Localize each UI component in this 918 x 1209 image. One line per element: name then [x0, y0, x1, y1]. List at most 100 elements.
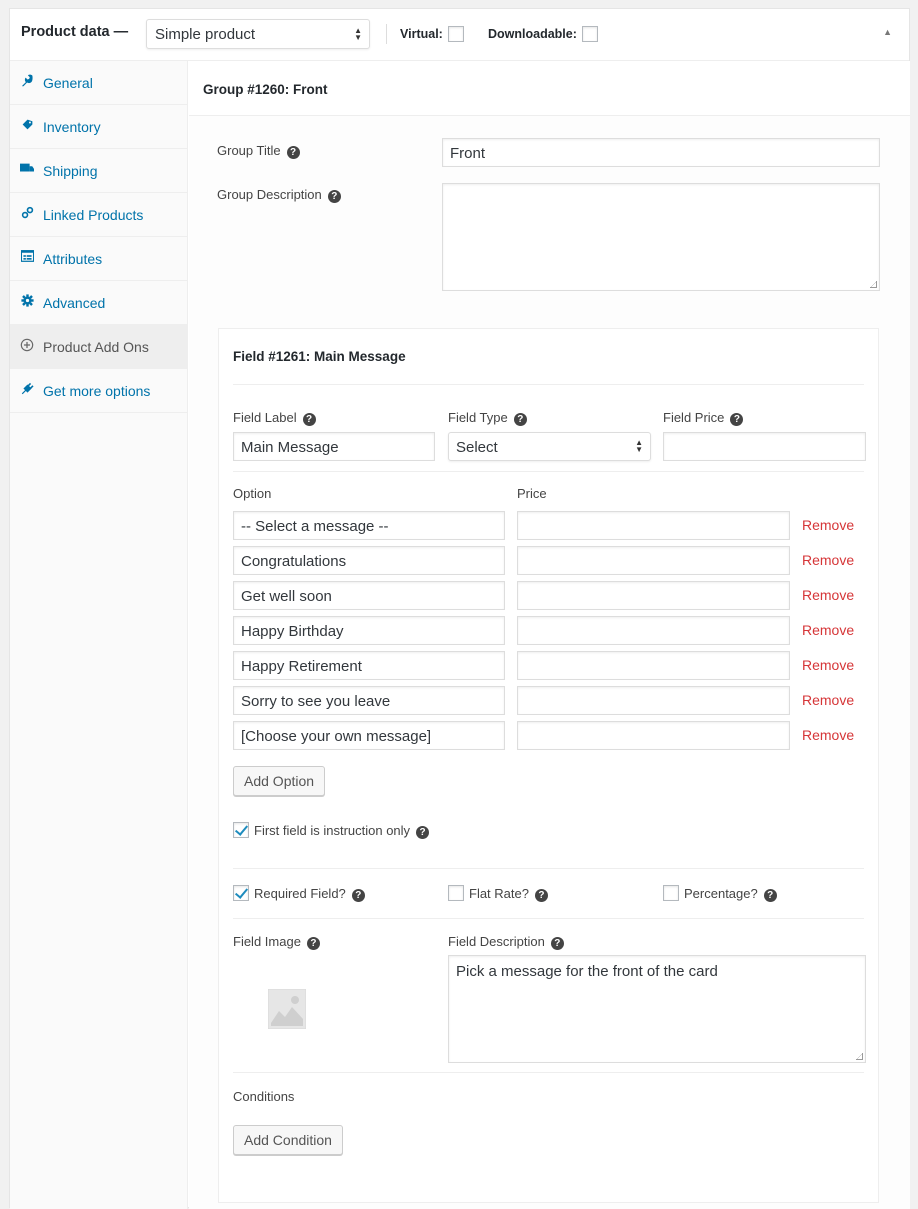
help-icon[interactable]: ?	[730, 413, 744, 426]
option-price-input[interactable]	[517, 651, 790, 680]
help-icon[interactable]: ?	[327, 190, 341, 203]
field-heading[interactable]: Field #1261: Main Message	[233, 349, 406, 364]
option-column-header: Option	[233, 486, 272, 501]
group-title-input[interactable]: Front	[442, 138, 880, 167]
first-field-instruction-checkbox[interactable]	[233, 822, 249, 838]
option-text-input[interactable]: Happy Birthday	[233, 616, 505, 645]
help-icon[interactable]: ?	[416, 826, 430, 839]
field-card: Field #1261: Main Message Field Label? M…	[218, 328, 879, 1203]
select-arrows-icon: ▲ ▼	[635, 438, 643, 454]
resize-handle-icon[interactable]	[870, 281, 877, 288]
group-header[interactable]: Group #1260: Front	[189, 61, 910, 116]
divider	[233, 384, 864, 385]
virtual-label: Virtual:	[400, 26, 465, 42]
option-price-input[interactable]	[517, 721, 790, 750]
option-text-input[interactable]: Sorry to see you leave	[233, 686, 505, 715]
remove-option-link[interactable]: Remove	[802, 692, 854, 708]
field-description-label: Field Description?	[448, 934, 564, 950]
plugin-icon	[20, 382, 34, 396]
field-description-textarea[interactable]: Pick a message for the front of the card	[448, 955, 866, 1063]
group-description-label: Group Description?	[217, 187, 341, 203]
help-icon[interactable]: ?	[286, 146, 300, 159]
price-column-header: Price	[517, 486, 547, 501]
downloadable-label: Downloadable:	[488, 26, 599, 42]
field-type-label: Field Type?	[448, 410, 527, 426]
product-data-tabs: General Inventory Shipping Linked Produc…	[10, 61, 188, 1209]
flat-rate-checkbox[interactable]	[448, 885, 464, 901]
gear-icon	[20, 294, 34, 308]
remove-option-link[interactable]: Remove	[802, 727, 854, 743]
percentage-option: Percentage??	[663, 885, 777, 902]
remove-option-link[interactable]: Remove	[802, 622, 854, 638]
list-icon	[20, 250, 34, 264]
product-type-select[interactable]: Simple product ▲ ▼	[146, 19, 370, 49]
sidebar-item-linked-products[interactable]: Linked Products	[10, 193, 187, 237]
field-image-label-text: Field Image	[233, 934, 301, 949]
required-field-label: Required Field?	[254, 886, 346, 901]
help-icon[interactable]: ?	[302, 413, 316, 426]
option-text-value: Get well soon	[241, 588, 332, 605]
required-field-option: Required Field??	[233, 885, 365, 902]
help-icon[interactable]: ?	[306, 937, 320, 950]
sidebar-item-advanced[interactable]: Advanced	[10, 281, 187, 325]
sidebar-item-label: Shipping	[43, 163, 98, 179]
field-type-label-text: Field Type	[448, 410, 508, 425]
sidebar-item-general[interactable]: General	[10, 61, 187, 105]
option-text-input[interactable]: -- Select a message --	[233, 511, 505, 540]
sidebar-item-get-more-options[interactable]: Get more options	[10, 369, 187, 413]
option-text-input[interactable]: Happy Retirement	[233, 651, 505, 680]
field-type-select[interactable]: Select ▲ ▼	[448, 432, 651, 461]
collapse-toggle-icon[interactable]: ▲	[883, 27, 892, 37]
option-text-input[interactable]: [Choose your own message]	[233, 721, 505, 750]
remove-option-link[interactable]: Remove	[802, 587, 854, 603]
remove-option-link[interactable]: Remove	[802, 517, 854, 533]
help-icon[interactable]: ?	[351, 889, 365, 902]
field-label-label-text: Field Label	[233, 410, 297, 425]
required-field-checkbox[interactable]	[233, 885, 249, 901]
first-field-instruction-option: First field is instruction only?	[233, 822, 430, 839]
flat-rate-option: Flat Rate??	[448, 885, 548, 902]
field-type-value: Select	[456, 439, 498, 456]
sidebar-item-product-add-ons[interactable]: Product Add Ons	[10, 325, 187, 369]
percentage-checkbox[interactable]	[663, 885, 679, 901]
option-price-input[interactable]	[517, 616, 790, 645]
option-price-input[interactable]	[517, 511, 790, 540]
option-price-input[interactable]	[517, 581, 790, 610]
field-price-label-text: Field Price	[663, 410, 725, 425]
option-price-input[interactable]	[517, 546, 790, 575]
option-price-input[interactable]	[517, 686, 790, 715]
virtual-label-text: Virtual:	[400, 27, 443, 41]
group-description-textarea[interactable]	[442, 183, 880, 291]
remove-option-link[interactable]: Remove	[802, 552, 854, 568]
percentage-label: Percentage?	[684, 886, 758, 901]
resize-handle-icon[interactable]	[856, 1053, 863, 1060]
image-placeholder-icon[interactable]	[267, 988, 307, 1030]
option-text-input[interactable]: Get well soon	[233, 581, 505, 610]
add-condition-button[interactable]: Add Condition	[233, 1125, 343, 1155]
group-heading: Group #1260: Front	[203, 82, 328, 97]
sidebar-item-label: Product Add Ons	[43, 339, 149, 355]
first-field-instruction-label: First field is instruction only	[254, 823, 411, 838]
virtual-checkbox[interactable]	[448, 26, 465, 42]
field-label-input[interactable]: Main Message	[233, 432, 435, 461]
help-icon[interactable]: ?	[550, 937, 564, 950]
add-option-button[interactable]: Add Option	[233, 766, 326, 796]
product-data-panel: Product data — Simple product ▲ ▼ Virtual…	[9, 8, 910, 1209]
help-icon[interactable]: ?	[534, 889, 548, 902]
sidebar-item-attributes[interactable]: Attributes	[10, 237, 187, 281]
field-image-label: Field Image?	[233, 934, 320, 950]
product-data-title: Product data —	[21, 24, 129, 40]
sidebar-item-shipping[interactable]: Shipping	[10, 149, 187, 193]
option-text-input[interactable]: Congratulations	[233, 546, 505, 575]
group-title-label-text: Group Title	[217, 143, 281, 158]
field-price-input[interactable]	[663, 432, 866, 461]
remove-option-link[interactable]: Remove	[802, 657, 854, 673]
divider	[233, 918, 864, 919]
sidebar-item-inventory[interactable]: Inventory	[10, 105, 187, 149]
sidebar-item-label: Attributes	[43, 251, 103, 267]
help-icon[interactable]: ?	[763, 889, 777, 902]
field-price-label: Field Price?	[663, 410, 744, 426]
option-text-value: Congratulations	[241, 553, 347, 570]
help-icon[interactable]: ?	[513, 413, 527, 426]
downloadable-checkbox[interactable]	[582, 26, 599, 42]
